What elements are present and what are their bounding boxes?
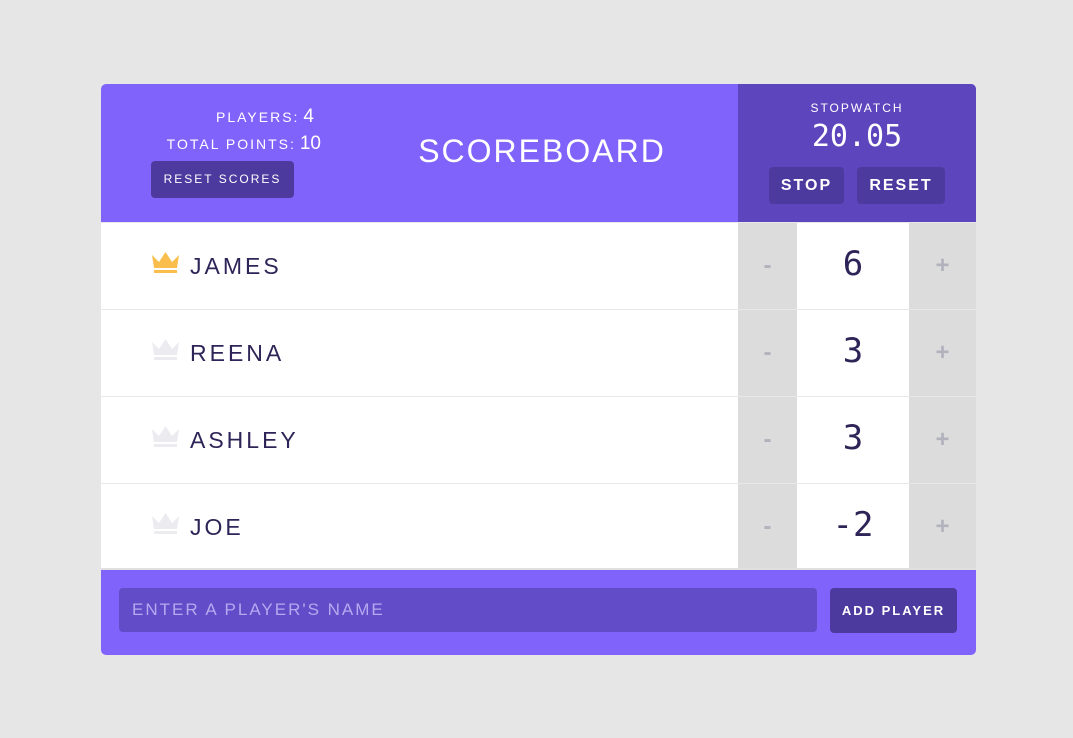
player-name-input[interactable] bbox=[119, 588, 817, 632]
stopwatch: STOPWATCH 20.05 STOP RESET bbox=[738, 84, 976, 222]
decrement-button[interactable]: - bbox=[738, 397, 797, 483]
player-name: JAMES bbox=[190, 253, 282, 279]
add-player-button[interactable]: ADD PLAYER bbox=[830, 588, 957, 633]
player-name: JOE bbox=[190, 514, 244, 540]
crown-icon bbox=[151, 512, 180, 536]
page-title: SCOREBOARD bbox=[418, 133, 666, 169]
crown-icon bbox=[151, 338, 180, 362]
player-score: -2 bbox=[797, 484, 909, 570]
player-name: ASHLEY bbox=[190, 427, 299, 453]
increment-button[interactable]: + bbox=[909, 397, 976, 483]
increment-button[interactable]: + bbox=[909, 223, 976, 309]
stopwatch-stop-button[interactable]: STOP bbox=[769, 167, 844, 204]
player-row: JAMES - 6 + bbox=[101, 222, 976, 309]
score-counter: - -2 + bbox=[738, 484, 976, 570]
scoreboard: PLAYERS: 4 TOTAL POINTS: 10 RESET SCORES S… bbox=[101, 84, 976, 655]
score-counter: - 6 + bbox=[738, 223, 976, 309]
player-row: JOE - -2 + bbox=[101, 483, 976, 570]
player-score: 3 bbox=[797, 310, 909, 396]
add-player-form: ADD PLAYER bbox=[101, 568, 976, 655]
player-score: 6 bbox=[797, 223, 909, 309]
players-stat: PLAYERS: 4 bbox=[216, 106, 314, 128]
increment-button[interactable]: + bbox=[909, 310, 976, 396]
score-counter: - 3 + bbox=[738, 397, 976, 483]
players-label: PLAYERS: bbox=[215, 109, 300, 125]
header: PLAYERS: 4 TOTAL POINTS: 10 RESET SCORES S… bbox=[101, 84, 976, 222]
player-row: REENA - 3 + bbox=[101, 309, 976, 396]
stopwatch-label: STOPWATCH bbox=[810, 101, 904, 115]
players-count: 4 bbox=[303, 106, 314, 127]
player-row: ASHLEY - 3 + bbox=[101, 396, 976, 483]
reset-scores-button[interactable]: RESET SCORES bbox=[151, 161, 294, 198]
score-counter: - 3 + bbox=[738, 310, 976, 396]
decrement-button[interactable]: - bbox=[738, 484, 797, 570]
total-points-value: 10 bbox=[299, 133, 321, 154]
decrement-button[interactable]: - bbox=[738, 223, 797, 309]
crown-icon bbox=[151, 425, 180, 449]
crown-icon bbox=[151, 251, 180, 275]
stopwatch-reset-button[interactable]: RESET bbox=[857, 167, 945, 204]
stopwatch-time: 20.05 bbox=[811, 119, 903, 154]
player-score: 3 bbox=[797, 397, 909, 483]
increment-button[interactable]: + bbox=[909, 484, 976, 570]
decrement-button[interactable]: - bbox=[738, 310, 797, 396]
player-name: REENA bbox=[190, 340, 285, 366]
total-points-label: TOTAL POINTS: bbox=[166, 136, 296, 152]
total-points-stat: TOTAL POINTS: 10 bbox=[167, 133, 321, 155]
player-list: JAMES - 6 + REENA - 3 + ASHLEY - 3 + JOE… bbox=[101, 222, 976, 570]
